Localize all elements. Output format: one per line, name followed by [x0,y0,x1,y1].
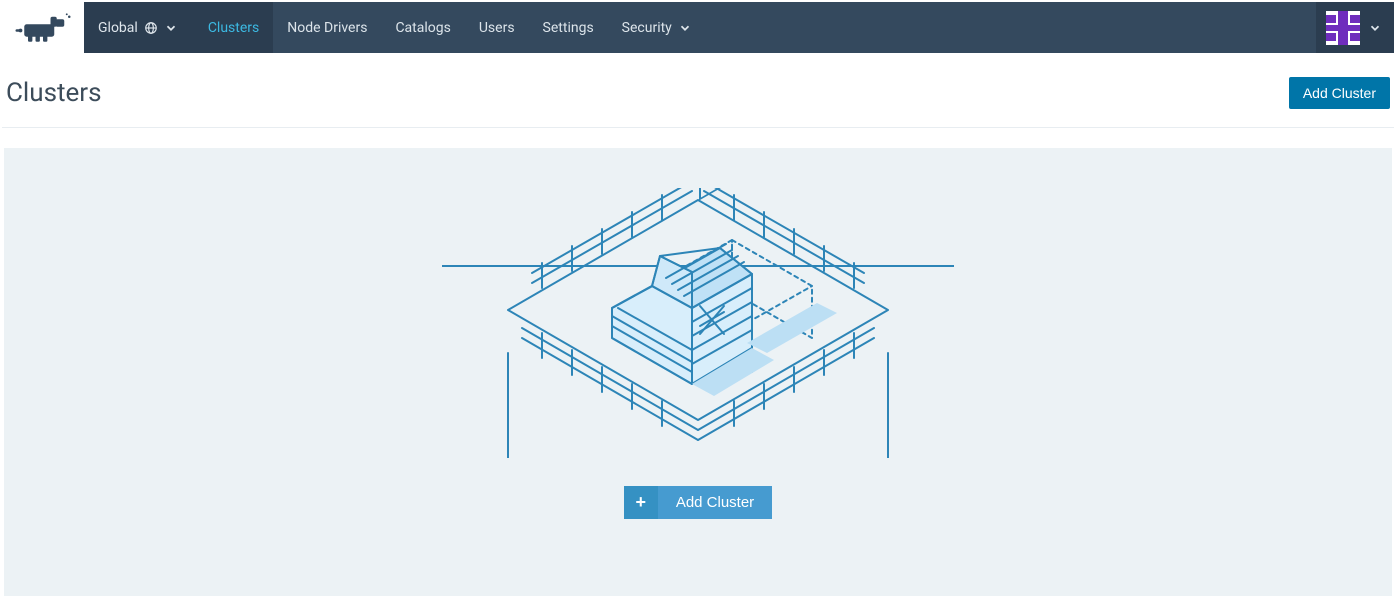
add-cluster-cta-label: Add Cluster [658,486,772,519]
nav-tab-settings[interactable]: Settings [529,2,608,53]
nav-spacer [706,2,1316,53]
user-avatar-icon [1326,11,1360,45]
empty-farm-illustration [442,188,954,458]
scope-selector[interactable]: Global [84,2,194,53]
brand-logo[interactable] [2,2,84,53]
page-header: Clusters Add Cluster [2,53,1394,128]
add-cluster-cta[interactable]: + Add Cluster [624,486,772,519]
scope-label: Global [98,20,138,36]
nav-tab-security[interactable]: Security [608,2,706,53]
chevron-down-icon [164,21,178,35]
rancher-cow-icon [10,13,76,43]
nav-tab-label: Clusters [208,20,259,36]
nav-tab-label: Node Drivers [287,20,367,36]
primary-nav: Clusters Node Drivers Catalogs Users Set… [194,2,706,53]
nav-tab-label: Settings [543,20,594,36]
nav-tab-label: Users [479,20,515,36]
nav-tab-clusters[interactable]: Clusters [194,2,273,53]
nav-tab-node-drivers[interactable]: Node Drivers [273,2,381,53]
globe-icon [144,21,158,35]
chevron-down-icon [678,21,692,35]
add-cluster-button[interactable]: Add Cluster [1289,77,1390,109]
top-navbar: Global Clusters Node Drivers Catalogs Us… [2,2,1394,53]
empty-state-panel: + Add Cluster [4,148,1392,596]
nav-tab-label: Catalogs [395,20,450,36]
page-title: Clusters [6,78,102,108]
nav-tab-users[interactable]: Users [465,2,529,53]
chevron-down-icon [1368,21,1382,35]
plus-icon: + [624,486,658,519]
nav-tab-catalogs[interactable]: Catalogs [381,2,464,53]
nav-tab-label: Security [622,20,672,36]
user-menu[interactable] [1316,2,1394,53]
